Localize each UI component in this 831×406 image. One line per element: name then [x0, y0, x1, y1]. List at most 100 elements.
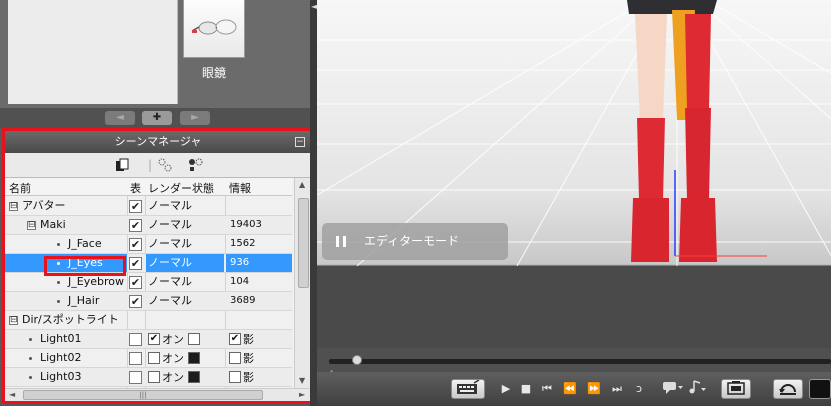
- column-name-header[interactable]: 名前: [9, 180, 31, 196]
- minimize-button[interactable]: −: [295, 137, 305, 147]
- next-button[interactable]: ►: [180, 111, 210, 125]
- timeline-track[interactable]: [329, 359, 831, 364]
- shadow-label: 影: [243, 371, 254, 384]
- vertical-scrollbar[interactable]: ▲ ▼: [294, 178, 311, 388]
- speech-balloon-icon[interactable]: [661, 379, 685, 399]
- horizontal-scrollbar[interactable]: ◄ ||| ►: [5, 388, 311, 401]
- visible-checkbox[interactable]: ✔: [129, 276, 142, 289]
- collapse-toggle-icon[interactable]: ⊟: [27, 220, 36, 230]
- shadow-toggle[interactable]: 影: [229, 371, 254, 384]
- camera-icon[interactable]: [721, 379, 751, 399]
- visible-checkbox[interactable]: [129, 333, 142, 346]
- row-name: J_Eyes: [68, 256, 103, 269]
- tree-bullet-icon: [57, 261, 60, 265]
- info-value: 104: [230, 276, 250, 287]
- prev-button[interactable]: ◄: [105, 111, 135, 125]
- light-color-swatch[interactable]: [187, 333, 200, 345]
- shadow-checkbox[interactable]: ✔: [229, 333, 241, 345]
- keyboard-icon[interactable]: [451, 379, 485, 399]
- vertical-scroll-thumb[interactable]: [298, 198, 309, 288]
- music-note-icon[interactable]: [687, 379, 709, 399]
- scroll-down-icon[interactable]: ▼: [299, 376, 305, 385]
- shadow-label: 影: [243, 352, 254, 365]
- light-on-checkbox[interactable]: [148, 371, 160, 383]
- stop-button[interactable]: ■: [519, 379, 533, 399]
- visible-checkbox[interactable]: ✔: [129, 238, 142, 251]
- tree-row-light01[interactable]: Light01 ✔ オン ✔ 影: [5, 330, 292, 349]
- collapse-toggle-icon[interactable]: ⊟: [9, 315, 18, 325]
- tree-row-dir-spotlight[interactable]: ⊟ Dir/スポットライト: [5, 311, 292, 330]
- light-on-toggle[interactable]: オン: [148, 371, 202, 384]
- shadow-toggle[interactable]: ✔ 影: [229, 333, 254, 346]
- render-state[interactable]: ノーマル: [146, 197, 224, 215]
- light-color-swatch[interactable]: [187, 352, 200, 364]
- render-state[interactable]: ノーマル: [146, 273, 224, 291]
- column-visible-header[interactable]: 表: [130, 180, 141, 196]
- horizontal-scroll-thumb[interactable]: |||: [23, 390, 263, 400]
- asset-nav-bar: ◄ ✚ ►: [0, 108, 310, 128]
- light-on-checkbox[interactable]: [148, 352, 160, 364]
- shadow-checkbox[interactable]: [229, 352, 241, 364]
- info-value: 936: [226, 254, 292, 272]
- row-name: J_Face: [68, 237, 102, 250]
- shadow-label: 影: [243, 333, 254, 346]
- render-state[interactable]: ノーマル: [146, 254, 224, 272]
- editor-mode-overlay[interactable]: エディターモード: [322, 223, 508, 260]
- grid-header: 名前 表 レンダー状態 情報: [5, 178, 292, 196]
- visible-checkbox[interactable]: ✔: [129, 219, 142, 232]
- visible-checkbox[interactable]: ✔: [129, 295, 142, 308]
- render-state[interactable]: ノーマル: [146, 235, 224, 253]
- panel-splitter[interactable]: [310, 0, 317, 406]
- light-on-checkbox[interactable]: ✔: [148, 333, 160, 345]
- tree-bullet-icon: [29, 337, 32, 341]
- tree-bullet-icon: [57, 280, 60, 284]
- to-end-button[interactable]: ⏭: [609, 379, 625, 399]
- row-name: Maki: [40, 218, 66, 231]
- playback-controls: ◢ ▶ ■ ⏮ ⏪ ⏩ ⏭ ↄ: [317, 348, 831, 406]
- link-nodes-icon[interactable]: [188, 158, 203, 172]
- shadow-toggle[interactable]: 影: [229, 352, 254, 365]
- tree-row-light03[interactable]: Light03 オン 影: [5, 368, 292, 387]
- visible-checkbox[interactable]: [129, 352, 142, 365]
- info-value: 1562: [230, 238, 256, 249]
- glasses-icon: [191, 19, 237, 35]
- copy-icon[interactable]: [115, 158, 129, 172]
- render-state[interactable]: ノーマル: [146, 292, 224, 310]
- character-model: [627, 0, 767, 262]
- visible-checkbox[interactable]: [129, 371, 142, 384]
- render-state[interactable]: ノーマル: [146, 216, 224, 234]
- pause-icon[interactable]: [336, 236, 346, 247]
- scroll-left-icon[interactable]: ◄: [9, 390, 15, 399]
- rewind-button[interactable]: ⏪: [561, 379, 579, 399]
- to-start-button[interactable]: ⏮: [539, 379, 555, 399]
- select-nodes-icon[interactable]: [158, 158, 172, 172]
- counter-display: [809, 379, 831, 399]
- tree-row-j-face[interactable]: J_Face ✔ ノーマル 1562: [5, 235, 292, 254]
- loop-button[interactable]: ↄ: [631, 379, 647, 399]
- collapse-toggle-icon[interactable]: ⊟: [9, 201, 18, 211]
- play-button[interactable]: ▶: [499, 379, 513, 399]
- reset-camera-icon[interactable]: [773, 379, 803, 399]
- add-button[interactable]: ✚: [142, 111, 172, 125]
- shadow-checkbox[interactable]: [229, 371, 241, 383]
- tree-row-j-hair[interactable]: J_Hair ✔ ノーマル 3689: [5, 292, 292, 311]
- tree-row-avatar[interactable]: ⊟ アバター ✔ ノーマル: [5, 197, 292, 216]
- tree-row-j-eyes[interactable]: J_Eyes ✔ ノーマル 936: [5, 254, 292, 273]
- light-color-swatch[interactable]: [187, 371, 200, 383]
- column-render-header[interactable]: レンダー状態: [148, 180, 214, 196]
- light-on-toggle[interactable]: オン: [148, 352, 202, 365]
- info-value: 3689: [230, 295, 256, 306]
- tree-row-maki[interactable]: ⊟ Maki ✔ ノーマル 19403: [5, 216, 292, 235]
- scroll-right-icon[interactable]: ►: [299, 390, 305, 399]
- light-on-toggle[interactable]: ✔ オン: [148, 333, 202, 346]
- visible-checkbox[interactable]: ✔: [129, 200, 142, 213]
- tree-row-j-eyebrow[interactable]: J_Eyebrow ✔ ノーマル 104: [5, 273, 292, 292]
- fast-forward-button[interactable]: ⏩: [585, 379, 603, 399]
- tree-row-light02[interactable]: Light02 オン 影: [5, 349, 292, 368]
- 3d-viewport[interactable]: エディターモード: [317, 0, 831, 348]
- column-info-header[interactable]: 情報: [229, 180, 251, 196]
- scroll-up-icon[interactable]: ▲: [299, 180, 305, 189]
- timeline-playhead[interactable]: [352, 355, 362, 365]
- asset-thumbnail-glasses[interactable]: [183, 0, 245, 58]
- visible-checkbox[interactable]: ✔: [129, 257, 142, 270]
